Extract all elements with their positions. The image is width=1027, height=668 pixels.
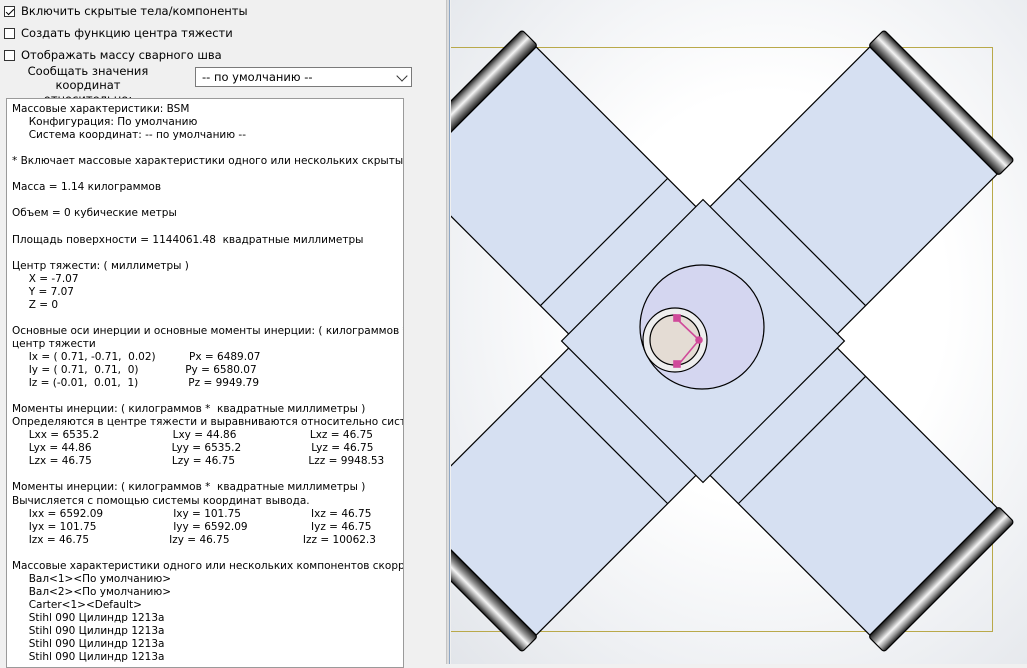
report-line: Lyx = 44.86 Lyy = 6535.2 Lyz = 46.75 xyxy=(12,442,374,455)
coord-select-value: -- по умолчанию -- xyxy=(202,70,313,84)
report-line: Carter<1><Default> xyxy=(12,598,142,611)
report-line: Lzx = 46.75 Lzy = 46.75 Lzz = 9948.53 xyxy=(12,455,385,468)
report-line: * Включает массовые характеристики одног… xyxy=(12,155,404,168)
report-line: Ixx = 6592.09 Ixy = 101.75 Ixz = 46.75 xyxy=(12,507,372,520)
report-line: Вал<2><По умолчанию> xyxy=(12,585,172,598)
coord-system-select[interactable]: -- по умолчанию -- xyxy=(195,67,412,87)
create-cog-checkbox[interactable] xyxy=(4,27,15,39)
report-line: Моменты инерции: ( килограммов * квадрат… xyxy=(12,481,366,494)
report-line: Массовые характеристики: BSM xyxy=(12,103,190,115)
report-line: Площадь поверхности = 1144061.48 квадрат… xyxy=(12,233,364,246)
include-hidden-checkbox[interactable] xyxy=(4,5,15,17)
report-scrollbar[interactable] xyxy=(405,98,417,668)
report-line: Вычисляется с помощью системы координат … xyxy=(12,494,310,507)
report-line: Масса = 1.14 килограммов xyxy=(12,181,162,194)
include-hidden-option[interactable]: Включить скрытые тела/компоненты xyxy=(4,2,248,20)
report-line: Объем = 0 кубические метры xyxy=(12,207,177,220)
report-line: Моменты инерции: ( килограммов * квадрат… xyxy=(12,403,366,416)
report-line: Stihl 090 Цилиндр 1213a xyxy=(12,611,165,624)
report-line: Ix = ( 0.71, -0.71, 0.02) Px = 6489.07 xyxy=(12,350,261,363)
report-line: Вал<1><По умолчанию> xyxy=(12,572,172,585)
report-line: Iyx = 101.75 Iyy = 6592.09 Iyz = 46.75 xyxy=(12,520,372,533)
report-line: Stihl 090 Цилиндр 1213a xyxy=(12,638,165,651)
report-line: Y = 7.07 xyxy=(12,285,74,298)
report-line: Stihl 090 Цилиндр 1213a xyxy=(12,651,165,664)
report-line: Stihl 090 Цилиндр 1213a xyxy=(12,625,165,637)
report-line: Izx = 46.75 Izy = 46.75 Izz = 10062.3 xyxy=(12,533,376,546)
report-line: X = -7.07 xyxy=(12,272,79,285)
include-hidden-label: Включить скрытые тела/компоненты xyxy=(21,4,248,18)
chevron-down-icon xyxy=(396,70,408,82)
report-line: Центр тяжести: ( миллиметры ) xyxy=(12,259,189,272)
graphics-viewport[interactable] xyxy=(451,0,1027,664)
report-line: Z = 0 xyxy=(12,298,59,311)
pane-splitter[interactable] xyxy=(446,0,450,664)
report-line: Конфигурация: По умолчанию xyxy=(12,116,198,129)
model-view xyxy=(451,30,1014,652)
create-cog-label: Создать функцию центра тяжести xyxy=(21,26,233,40)
report-line: Lxx = 6535.2 Lxy = 44.86 Lxz = 46.75 xyxy=(12,429,373,442)
report-line: центр тяжести xyxy=(12,337,96,350)
report-line: Система координат: -- по умолчанию -- xyxy=(12,129,247,142)
report-line: Iy = ( 0.71, 0.71, 0) Py = 6580.07 xyxy=(12,364,257,376)
coord-label-line1: Сообщать значения координат xyxy=(27,64,149,92)
mass-properties-panel: Включить скрытые тела/компоненты Создать… xyxy=(0,0,446,668)
show-weld-mass-checkbox[interactable] xyxy=(4,49,15,61)
create-cog-option[interactable]: Создать функцию центра тяжести xyxy=(4,24,233,42)
mass-properties-report[interactable]: Массовые характеристики: BSM Конфигураци… xyxy=(6,98,404,668)
report-line: Определяются в центре тяжести и выравнив… xyxy=(12,416,404,429)
report-line: Основные оси инерции и основные моменты … xyxy=(12,324,404,337)
show-weld-mass-label: Отображать массу сварного шва xyxy=(21,48,222,62)
report-line: Iz = (-0.01, 0.01, 1) Pz = 9949.79 xyxy=(12,377,260,390)
shaft xyxy=(649,314,701,366)
report-line: Массовые характеристики одного или неско… xyxy=(12,559,404,572)
show-weld-mass-option[interactable]: Отображать массу сварного шва xyxy=(4,46,222,64)
